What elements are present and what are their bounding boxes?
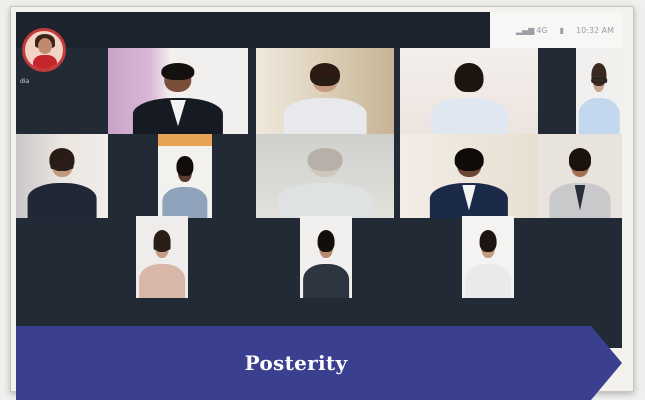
video-tile-2[interactable] <box>256 48 394 134</box>
video-tile-5[interactable] <box>16 134 108 218</box>
title-banner: Posterity <box>16 326 622 400</box>
signal-icon: ▂▄▆ <box>515 25 535 35</box>
video-tile-4[interactable] <box>576 48 622 134</box>
video-tile-12[interactable] <box>462 216 514 298</box>
banner-title: Posterity <box>244 351 348 375</box>
participant-avatar[interactable] <box>22 28 66 72</box>
video-tile-11[interactable] <box>300 216 352 298</box>
participant-avatar-label: dia <box>20 78 30 85</box>
clock: 10:32 AM <box>576 25 614 35</box>
video-tile-6[interactable] <box>158 134 212 218</box>
battery-icon: ▮ <box>559 25 565 35</box>
video-tile-3[interactable] <box>400 48 538 134</box>
video-tile-1[interactable] <box>108 48 248 134</box>
signal-label: 4G <box>536 25 548 35</box>
video-tile-9[interactable] <box>538 134 622 218</box>
signal-indicator: ▂▄▆ 4G <box>516 26 548 35</box>
video-tile-8[interactable] <box>400 134 538 218</box>
video-call-screen: ▂▄▆ 4G ▮ 10:32 AM dia <box>16 12 622 348</box>
video-tile-10[interactable] <box>136 216 188 298</box>
status-bar: ▂▄▆ 4G ▮ 10:32 AM <box>490 12 622 48</box>
video-tile-7[interactable] <box>256 134 394 218</box>
